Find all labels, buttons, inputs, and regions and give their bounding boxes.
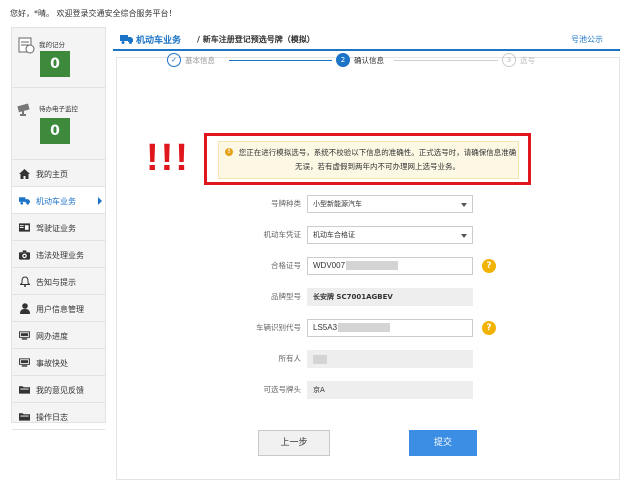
step-connector [394,60,498,61]
step-label: 确认信息 [354,55,384,65]
sidebar-item-label: 违法处理业务 [36,251,84,260]
help-icon[interactable]: ? [482,259,496,273]
owner-value [307,350,473,368]
sidebar-item-label: 用户信息管理 [36,305,84,314]
submit-button[interactable]: 提交 [409,430,477,456]
sidebar-item-label: 网办进度 [36,332,68,341]
breadcrumb: 机动车业务 / 新车注册登记预选号牌（模拟） 号池公示 [113,27,620,51]
row-certificate: 机动车凭证 机动车合格证 [225,226,525,244]
stat-monitoring[interactable]: 待办电子监控 0 [12,88,105,160]
page-title: / 新车注册登记预选号牌（模拟） [197,35,315,44]
step-label: 基本信息 [185,55,215,65]
sidebar-item-feedback[interactable]: 我的意见反馈 [12,376,105,403]
input-value: WDV007 [313,261,346,270]
help-icon[interactable]: ? [482,321,496,335]
row-vin: 车辆识别代号 LS5A3 ? [225,319,525,337]
row-cert-no: 合格证号 WDV007 ? [225,257,525,275]
sidebar-item-label: 驾驶证业务 [36,224,76,233]
step-connector [229,60,332,61]
sidebar-item-license[interactable]: 驾驶证业务 [12,214,105,241]
welcome-message: 您好，*晴。 欢迎登录交通安全综合服务平台！ [10,9,177,18]
sidebar: 我的记分 0 待办电子监控 0 我的主页 机动车业务 驾驶证业务 违法处理业务 … [11,27,106,430]
monitor-icon [19,330,30,341]
model-value: 长安牌 SC7001AGBEV [307,288,473,306]
stat-label: 待办电子监控 [39,105,78,113]
input-value: LS5A3 [313,323,338,332]
sidebar-item-progress[interactable]: 网办进度 [12,322,105,349]
truck-icon [19,195,30,206]
back-button[interactable]: 上一步 [258,430,330,456]
score-count: 0 [40,51,70,77]
step-confirm-info: 2 确认信息 [336,53,384,67]
check-icon: ✓ [167,53,181,67]
certificate-select[interactable]: 机动车合格证 [307,226,473,244]
sidebar-item-home[interactable]: 我的主页 [12,160,105,187]
stat-score[interactable]: 我的记分 0 [12,28,105,88]
bell-icon [19,276,30,287]
sidebar-item-accident[interactable]: 事故快处 [12,349,105,376]
row-plate-prefix: 可选号牌头 京A [225,381,525,399]
active-arrow-icon [98,197,102,205]
sidebar-item-label: 告知与提示 [36,278,76,287]
chevron-down-icon [461,234,467,238]
field-label: 号牌种类 [271,199,301,208]
redacted-mask [313,354,327,364]
sidebar-item-label: 机动车业务 [36,197,76,206]
plate-type-select[interactable]: 小型新能源汽车 [307,195,473,213]
row-plate-type: 号牌种类 小型新能源汽车 [225,195,525,213]
main-content: 机动车业务 / 新车注册登记预选号牌（模拟） 号池公示 [113,27,620,480]
sidebar-item-log[interactable]: 操作日志 [12,403,105,430]
notice-text: 您正在进行模拟选号，系统不校验以下信息的准确性。正式选号时，请确保信息准确无误，… [238,148,517,171]
step-number: 2 [336,53,350,67]
sidebar-item-label: 事故快处 [36,359,68,368]
folder-icon [19,411,30,422]
sidebar-item-label: 我的意见反馈 [36,386,84,395]
sidebar-item-vehicle[interactable]: 机动车业务 [12,187,105,214]
step-basic-info: ✓ 基本信息 [167,53,215,67]
row-owner: 所有人 [225,350,525,368]
sidebar-item-label: 操作日志 [36,413,68,422]
field-label: 合格证号 [271,261,301,270]
sidebar-item-notice[interactable]: 告知与提示 [12,268,105,295]
sidebar-item-label: 我的主页 [36,170,68,179]
folder-icon [19,384,30,395]
step-label: 选号 [520,55,535,65]
stat-label: 我的记分 [39,41,65,49]
monitor-icon [19,357,30,368]
field-label: 可选号牌头 [263,385,302,394]
truck-icon [120,34,133,46]
camera-icon [17,102,35,120]
field-label: 机动车凭证 [263,230,302,239]
license-card-icon [19,222,30,233]
row-model: 品牌型号 长安牌 SC7001AGBEV [225,288,525,306]
user-icon [19,303,30,314]
chevron-down-icon [461,203,467,207]
sidebar-item-violation[interactable]: 违法处理业务 [12,241,105,268]
camera-icon [19,249,30,260]
plate-prefix-value: 京A [307,381,473,399]
monitoring-count: 0 [40,118,70,144]
select-value: 机动车合格证 [313,231,355,239]
field-label: 所有人 [278,354,302,363]
step-choose-number: 3 选号 [502,53,535,67]
section-title[interactable]: 机动车业务 [136,33,181,46]
field-label: 品牌型号 [271,292,301,301]
step-number: 3 [502,53,516,67]
cert-no-input[interactable]: WDV007 [307,257,473,275]
warning-icon: ! [225,148,233,156]
notice-box: ! 您正在进行模拟选号，系统不校验以下信息的准确性。正式选号时，请确保信息准确无… [218,141,519,179]
score-sheet-icon [17,36,35,54]
plate-pool-link[interactable]: 号池公示 [571,34,603,45]
home-icon [19,168,30,179]
redacted-mask [338,323,391,333]
vin-input[interactable]: LS5A3 [307,319,473,337]
sidebar-item-user[interactable]: 用户信息管理 [12,295,105,322]
redacted-mask [346,261,399,271]
select-value: 小型新能源汽车 [313,200,362,208]
field-label: 车辆识别代号 [256,323,301,332]
exclamation-marks: !!! [146,137,190,179]
